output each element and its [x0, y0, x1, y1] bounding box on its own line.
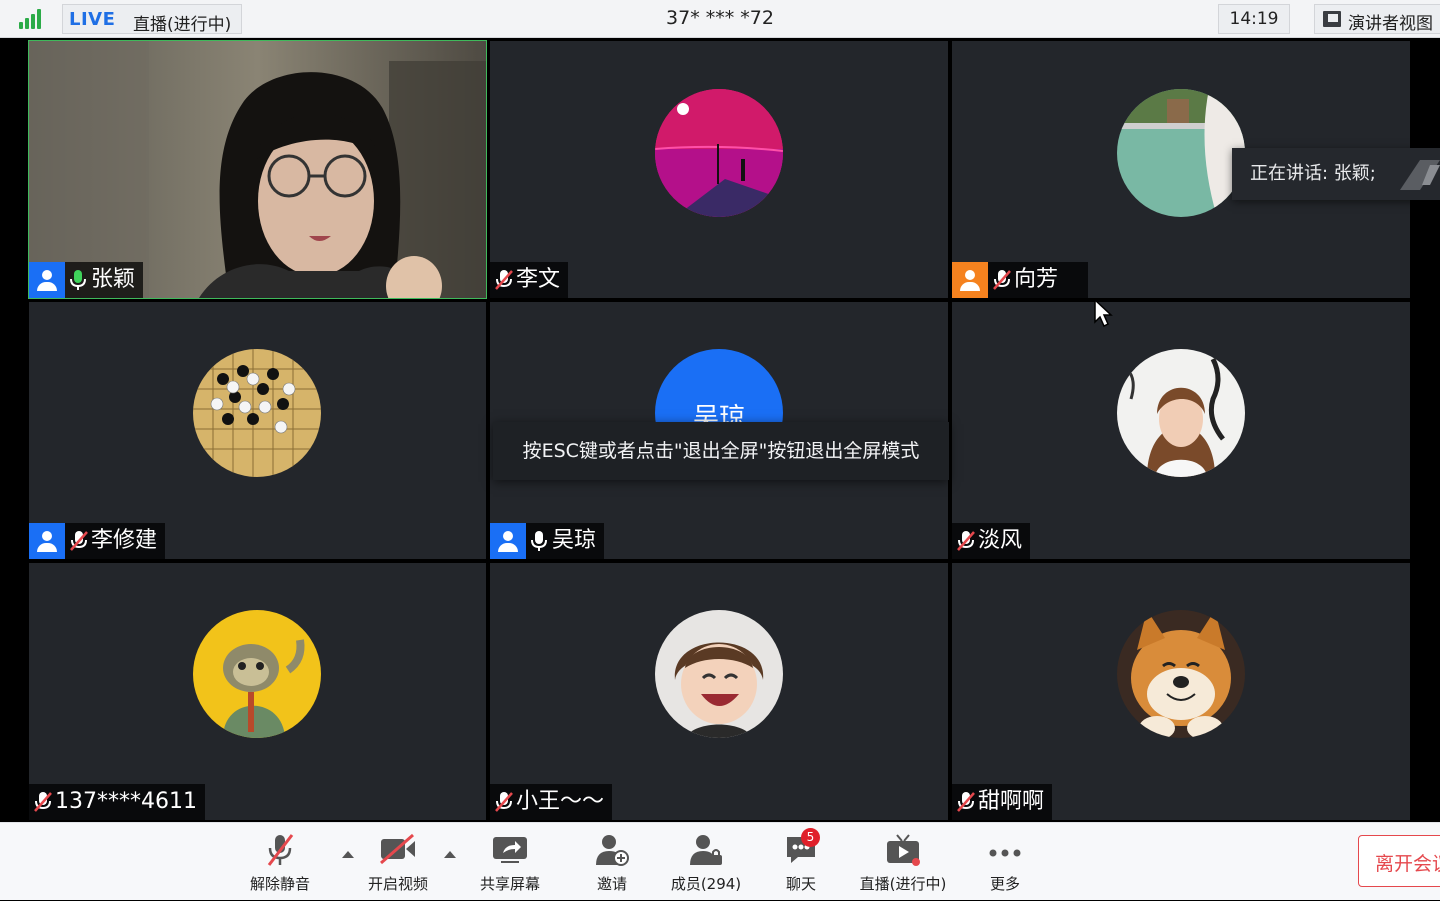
participant-nametag: 甜啊啊	[952, 784, 1053, 820]
participant-nametag: 吴琼	[490, 523, 605, 559]
more-label: 更多	[989, 875, 1020, 893]
invite-button[interactable]: 邀请	[576, 823, 648, 901]
members-label: 成员(294)	[670, 875, 742, 893]
app-logo-icon	[1400, 160, 1440, 190]
audio-options-chevron-icon[interactable]	[342, 851, 354, 858]
mic-muted-icon	[65, 523, 91, 559]
video-tile[interactable]: 小王～～	[490, 563, 948, 820]
participant-name: 李修建	[91, 528, 158, 553]
active-speaker-toast: 正在讲话: 张颖;	[1232, 148, 1440, 200]
host-icon	[29, 523, 65, 559]
layout-icon	[1323, 11, 1341, 27]
participant-name: 甜啊啊	[978, 789, 1045, 814]
host-icon	[29, 262, 65, 298]
video-tile[interactable]: 李修建	[29, 302, 486, 559]
speaker-view-button[interactable]: 演讲者视图	[1314, 4, 1440, 34]
participant-name: 吴琼	[552, 528, 597, 553]
participant-name: 向芳	[1014, 267, 1059, 292]
participant-video	[29, 41, 486, 298]
participant-name: 李文	[516, 267, 561, 292]
live-broadcast-icon	[887, 834, 920, 866]
participant-avatar	[1117, 610, 1245, 738]
video-options-chevron-icon[interactable]	[444, 851, 456, 858]
exit-fullscreen-hint: 按ESC键或者点击"退出全屏"按钮退出全屏模式	[493, 422, 949, 480]
participant-nametag: 小王～～	[490, 784, 613, 820]
live-stream-button[interactable]: 直播(进行中)	[852, 823, 954, 901]
video-tile[interactable]: 李文	[490, 41, 948, 298]
mic-muted-icon	[29, 784, 55, 820]
more-options-icon	[989, 849, 1021, 857]
mouse-cursor-icon	[1094, 298, 1113, 328]
participant-nametag: 向芳	[952, 262, 1089, 298]
chat-label: 聊天	[785, 875, 816, 893]
invite-label: 邀请	[596, 875, 627, 893]
video-tile[interactable]: 甜啊啊	[952, 563, 1410, 820]
participant-avatar	[1117, 349, 1245, 477]
host-icon	[490, 523, 526, 559]
members-icon	[690, 835, 722, 865]
leave-meeting-label: 离开会议	[1375, 853, 1440, 875]
add-user-icon	[596, 835, 629, 866]
share-screen-icon	[493, 837, 527, 863]
top-bar: LIVE 直播(进行中) 37* *** *72 14:19 演讲者视图	[0, 0, 1440, 38]
participant-nametag: 张颖	[29, 262, 144, 298]
participant-avatar	[655, 610, 783, 738]
mic-on-icon	[65, 262, 91, 298]
mic-muted-icon	[988, 262, 1014, 298]
unmute-label: 解除静音	[249, 875, 310, 893]
live-stream-label: 直播(进行中)	[859, 875, 947, 893]
participant-avatar	[193, 349, 321, 477]
mic-muted-icon	[490, 784, 516, 820]
active-speaker-text: 正在讲话: 张颖;	[1250, 163, 1376, 184]
participant-avatar	[193, 610, 321, 738]
participant-name: 小王～～	[516, 789, 605, 814]
mic-on-icon	[526, 523, 552, 559]
meeting-toolbar: 解除静音 开启视频 共享屏幕 邀请 成员(294) 聊天 5 直播(进行中) 更…	[0, 822, 1440, 900]
more-button[interactable]: 更多	[972, 823, 1038, 901]
participant-avatar	[655, 89, 783, 217]
cohost-icon	[952, 262, 988, 298]
speaker-view-label: 演讲者视图	[1348, 14, 1433, 34]
participant-nametag: 李文	[490, 262, 569, 298]
mic-muted-icon	[490, 262, 516, 298]
mic-muted-icon	[952, 523, 978, 559]
meeting-clock: 14:19	[1218, 4, 1290, 34]
participant-name: 张颖	[91, 267, 136, 292]
participant-nametag: 李修建	[29, 523, 166, 559]
participant-nametag: 淡风	[952, 523, 1031, 559]
start-video-label: 开启视频	[367, 875, 428, 893]
share-screen-button[interactable]: 共享屏幕	[470, 823, 550, 901]
participant-avatar	[1117, 89, 1245, 217]
leave-meeting-button[interactable]: 离开会议	[1358, 835, 1440, 887]
start-video-button[interactable]: 开启视频	[358, 823, 438, 901]
chat-unread-badge: 5	[801, 828, 820, 847]
participant-name: 137****4611	[55, 789, 197, 814]
video-off-icon	[380, 833, 415, 865]
participant-name: 淡风	[978, 528, 1023, 553]
video-tile[interactable]: 淡风	[952, 302, 1410, 559]
unmute-button[interactable]: 解除静音	[240, 823, 320, 901]
video-tile[interactable]: 张颖	[28, 40, 487, 299]
video-tile[interactable]: 137****4611	[29, 563, 486, 820]
mic-muted-icon	[267, 834, 294, 866]
members-button[interactable]: 成员(294)	[660, 823, 752, 901]
share-screen-label: 共享屏幕	[479, 875, 540, 893]
mic-muted-icon	[952, 784, 978, 820]
participant-nametag: 137****4611	[29, 784, 205, 820]
